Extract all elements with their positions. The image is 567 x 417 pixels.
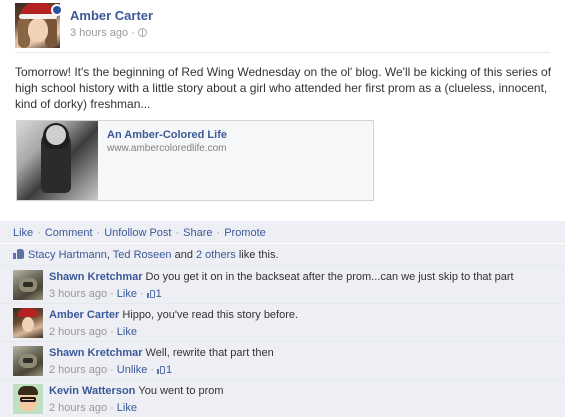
commenter-avatar[interactable] [13,346,43,376]
link-title[interactable]: An Amber-Colored Life [107,129,227,141]
link-thumbnail-image[interactable] [17,121,98,200]
link-attachment-card[interactable]: An Amber-Colored Life www.ambercoloredli… [16,120,374,201]
commenter-avatar[interactable] [13,270,43,300]
likes-summary: Stacy Hartmann, Ted Roseen and 2 others … [0,244,565,266]
comment-item: Amber Carter Hippo, you've read this stor… [0,304,565,342]
post-actions-bar: Like · Comment · Unfollow Post · Share · Promote [0,221,565,243]
comment-item: Shawn Kretchmar Well, rewrite that part t… [0,342,565,380]
liker-link[interactable]: Stacy Hartmann [28,249,107,261]
thumbs-up-icon [13,249,24,259]
comment-like-count[interactable]: 1 [157,364,172,376]
commenter-name-link[interactable]: Shawn Kretchmar [49,271,143,283]
comment-text: Hippo, you've read this story before. [122,309,299,321]
comment-text: Do you get it on in the backseat after t… [145,271,514,283]
feedback-section: Stacy Hartmann, Ted Roseen and 2 others … [0,244,565,417]
post-message: Tomorrow! It's the beginning of Red Wing… [15,65,552,111]
comment-timestamp[interactable]: 3 hours ago [49,288,107,300]
like-button[interactable]: Like [13,227,33,239]
comment-item: Shawn Kretchmar Do you get it on in the b… [0,266,565,304]
likes-connector: and [174,249,193,261]
commenter-avatar[interactable] [13,384,43,414]
comment-like-button[interactable]: Like [117,326,137,338]
commenter-name-link[interactable]: Amber Carter [49,309,119,321]
comment-text: You went to prom [138,385,224,397]
comment-timestamp[interactable]: 2 hours ago [49,364,107,376]
comment-like-button[interactable]: Like [117,288,137,300]
comment-text: Well, rewrite that part then [145,347,274,359]
commenter-avatar[interactable] [13,308,43,338]
likes-suffix: like this. [238,249,279,261]
comment-timestamp[interactable]: 2 hours ago [49,326,107,338]
like-count-icon [146,290,155,298]
comment-button[interactable]: Comment [45,227,93,239]
promote-button[interactable]: Promote [224,227,266,239]
header-divider [15,52,550,53]
audience-globe-icon[interactable] [137,28,147,37]
post-meta: 3 hours ago · [70,27,147,39]
unfollow-post-button[interactable]: Unfollow Post [104,227,171,239]
liker-link[interactable]: Ted Roseen [113,249,172,261]
author-name-link[interactable]: Amber Carter [70,8,153,23]
comment-like-count[interactable]: 1 [146,288,162,300]
like-count: 1 [155,288,162,300]
like-count: 1 [166,364,173,376]
others-likers-link[interactable]: 2 others [196,249,236,261]
share-button[interactable]: Share [183,227,212,239]
link-url: www.ambercoloredlife.com [107,143,227,154]
post-timestamp[interactable]: 3 hours ago [70,27,128,39]
comment-item: Kevin Watterson You went to prom 2 hours … [0,380,565,417]
comment-like-button[interactable]: Like [117,402,137,414]
commenter-name-link[interactable]: Shawn Kretchmar [49,347,143,359]
profile-badge-icon [51,4,63,16]
commenter-name-link[interactable]: Kevin Watterson [49,385,135,397]
comment-timestamp[interactable]: 2 hours ago [49,402,107,414]
like-count-icon [157,366,166,374]
comment-unlike-button[interactable]: Unlike [117,364,148,376]
post-header: Amber Carter 3 hours ago · [15,3,555,48]
